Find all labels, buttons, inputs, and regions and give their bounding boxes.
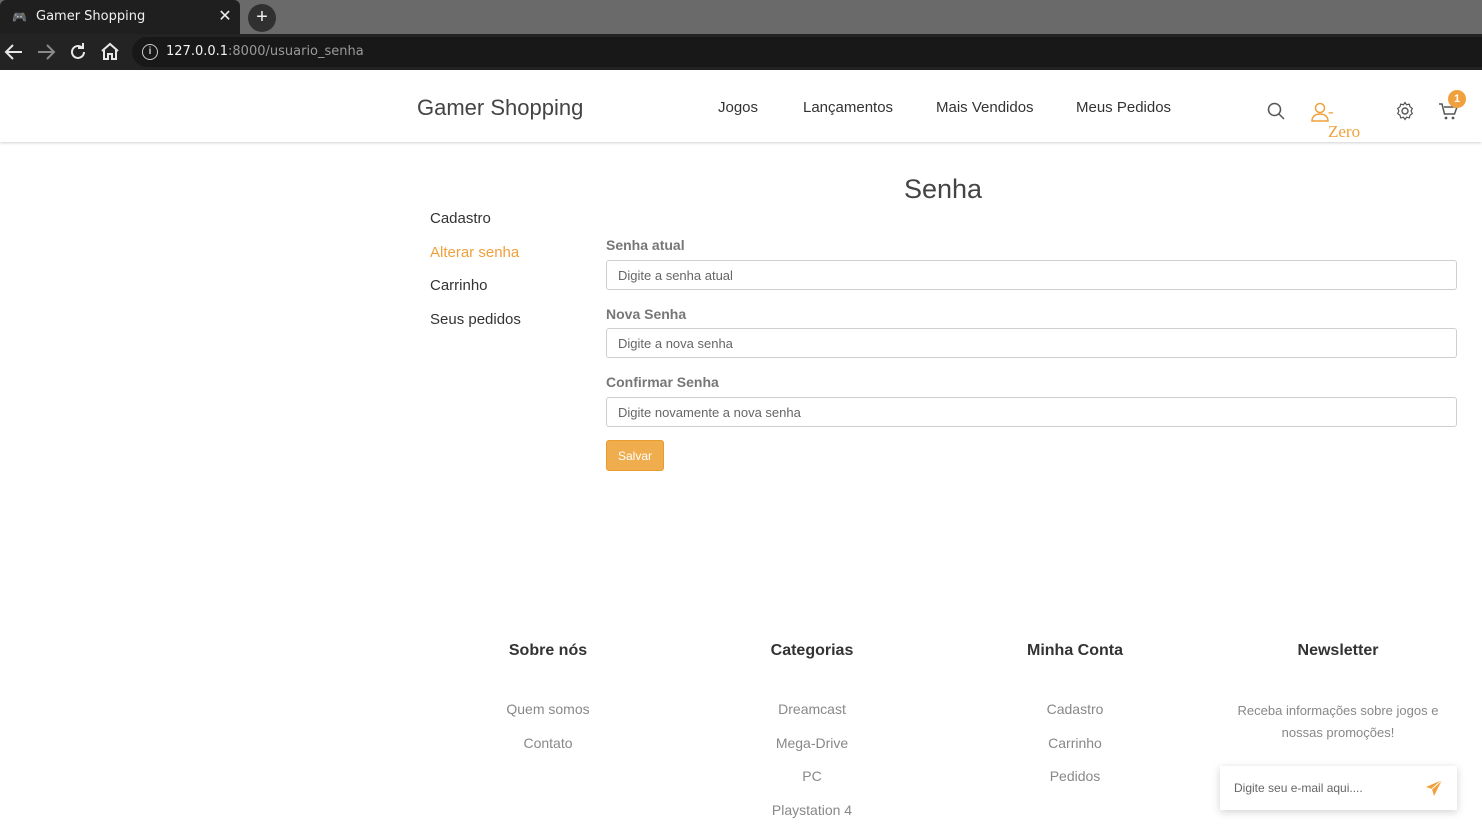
nav-item-meus-pedidos[interactable]: Meus Pedidos [1076,99,1171,116]
site-logo[interactable]: Gamer Shopping [417,95,583,121]
footer-link-cadastro[interactable]: Cadastro [975,701,1175,717]
newsletter-description: Receba informações sobre jogos e nossas … [1237,703,1439,740]
address-bar[interactable]: i 127.0.0.1:8000/usuario_senha [132,37,1482,67]
footer-link-contato[interactable]: Contato [448,735,648,751]
nav-item-mais-vendidos[interactable]: Mais Vendidos [936,99,1034,116]
tab-title: Gamer Shopping [36,9,146,24]
nav-item-jogos[interactable]: Jogos [718,99,758,116]
current-password-label: Senha atual [606,237,685,253]
search-icon[interactable] [1266,101,1286,121]
gear-icon[interactable] [1395,101,1415,121]
site-header: Gamer Shopping Jogos Lançamentos Mais Ve… [0,70,1482,142]
url-text: 127.0.0.1:8000/usuario_senha [166,44,364,59]
footer-link-pc[interactable]: PC [712,768,912,784]
browser-toolbar: i 127.0.0.1:8000/usuario_senha [0,34,1482,70]
user-name: - Zero [1328,102,1361,141]
reload-icon[interactable] [66,40,90,64]
paper-plane-icon[interactable] [1424,778,1446,798]
new-tab-button[interactable]: + [248,4,276,32]
footer-link-carrinho[interactable]: Carrinho [975,735,1175,751]
sidebar-item-seus-pedidos[interactable]: Seus pedidos [430,311,521,328]
page-title: Senha [903,174,983,204]
info-icon[interactable]: i [142,44,158,60]
newsletter-email-input[interactable] [1220,766,1420,810]
footer-title-categorias: Categorias [770,642,854,659]
sidebar-item-alterar-senha[interactable]: Alterar senha [430,244,519,261]
sidebar-item-cadastro[interactable]: Cadastro [430,210,491,227]
footer-link-dreamcast[interactable]: Dreamcast [712,701,912,717]
forward-arrow-icon[interactable] [34,40,58,64]
footer-link-playstation-4[interactable]: Playstation 4 [712,802,912,818]
new-password-input[interactable] [606,328,1457,358]
confirm-password-label: Confirmar Senha [606,374,719,390]
footer-title-newsletter: Newsletter [1297,642,1379,659]
browser-tab-bar: 🎮 Gamer Shopping ✕ + [0,0,1482,34]
footer-title-conta: Minha Conta [1027,642,1123,659]
nav-item-lancamentos[interactable]: Lançamentos [803,99,893,116]
gamepad-favicon-icon: 🎮 [12,10,27,24]
home-icon[interactable] [98,40,122,64]
footer-title-sobre: Sobre nós [508,642,588,659]
browser-tab[interactable]: 🎮 Gamer Shopping ✕ [0,0,240,34]
newsletter-form [1220,766,1457,810]
sidebar-item-carrinho[interactable]: Carrinho [430,277,488,294]
cart-count-badge: 1 [1448,90,1466,108]
save-button[interactable]: Salvar [606,440,664,471]
footer-link-pedidos[interactable]: Pedidos [975,768,1175,784]
new-password-label: Nova Senha [606,306,687,322]
footer-link-quem-somos[interactable]: Quem somos [448,701,648,717]
close-tab-icon[interactable]: ✕ [216,7,234,27]
current-password-input[interactable] [606,260,1457,290]
back-arrow-icon[interactable] [2,40,26,64]
footer-link-mega-drive[interactable]: Mega-Drive [712,735,912,751]
confirm-password-input[interactable] [606,397,1457,427]
